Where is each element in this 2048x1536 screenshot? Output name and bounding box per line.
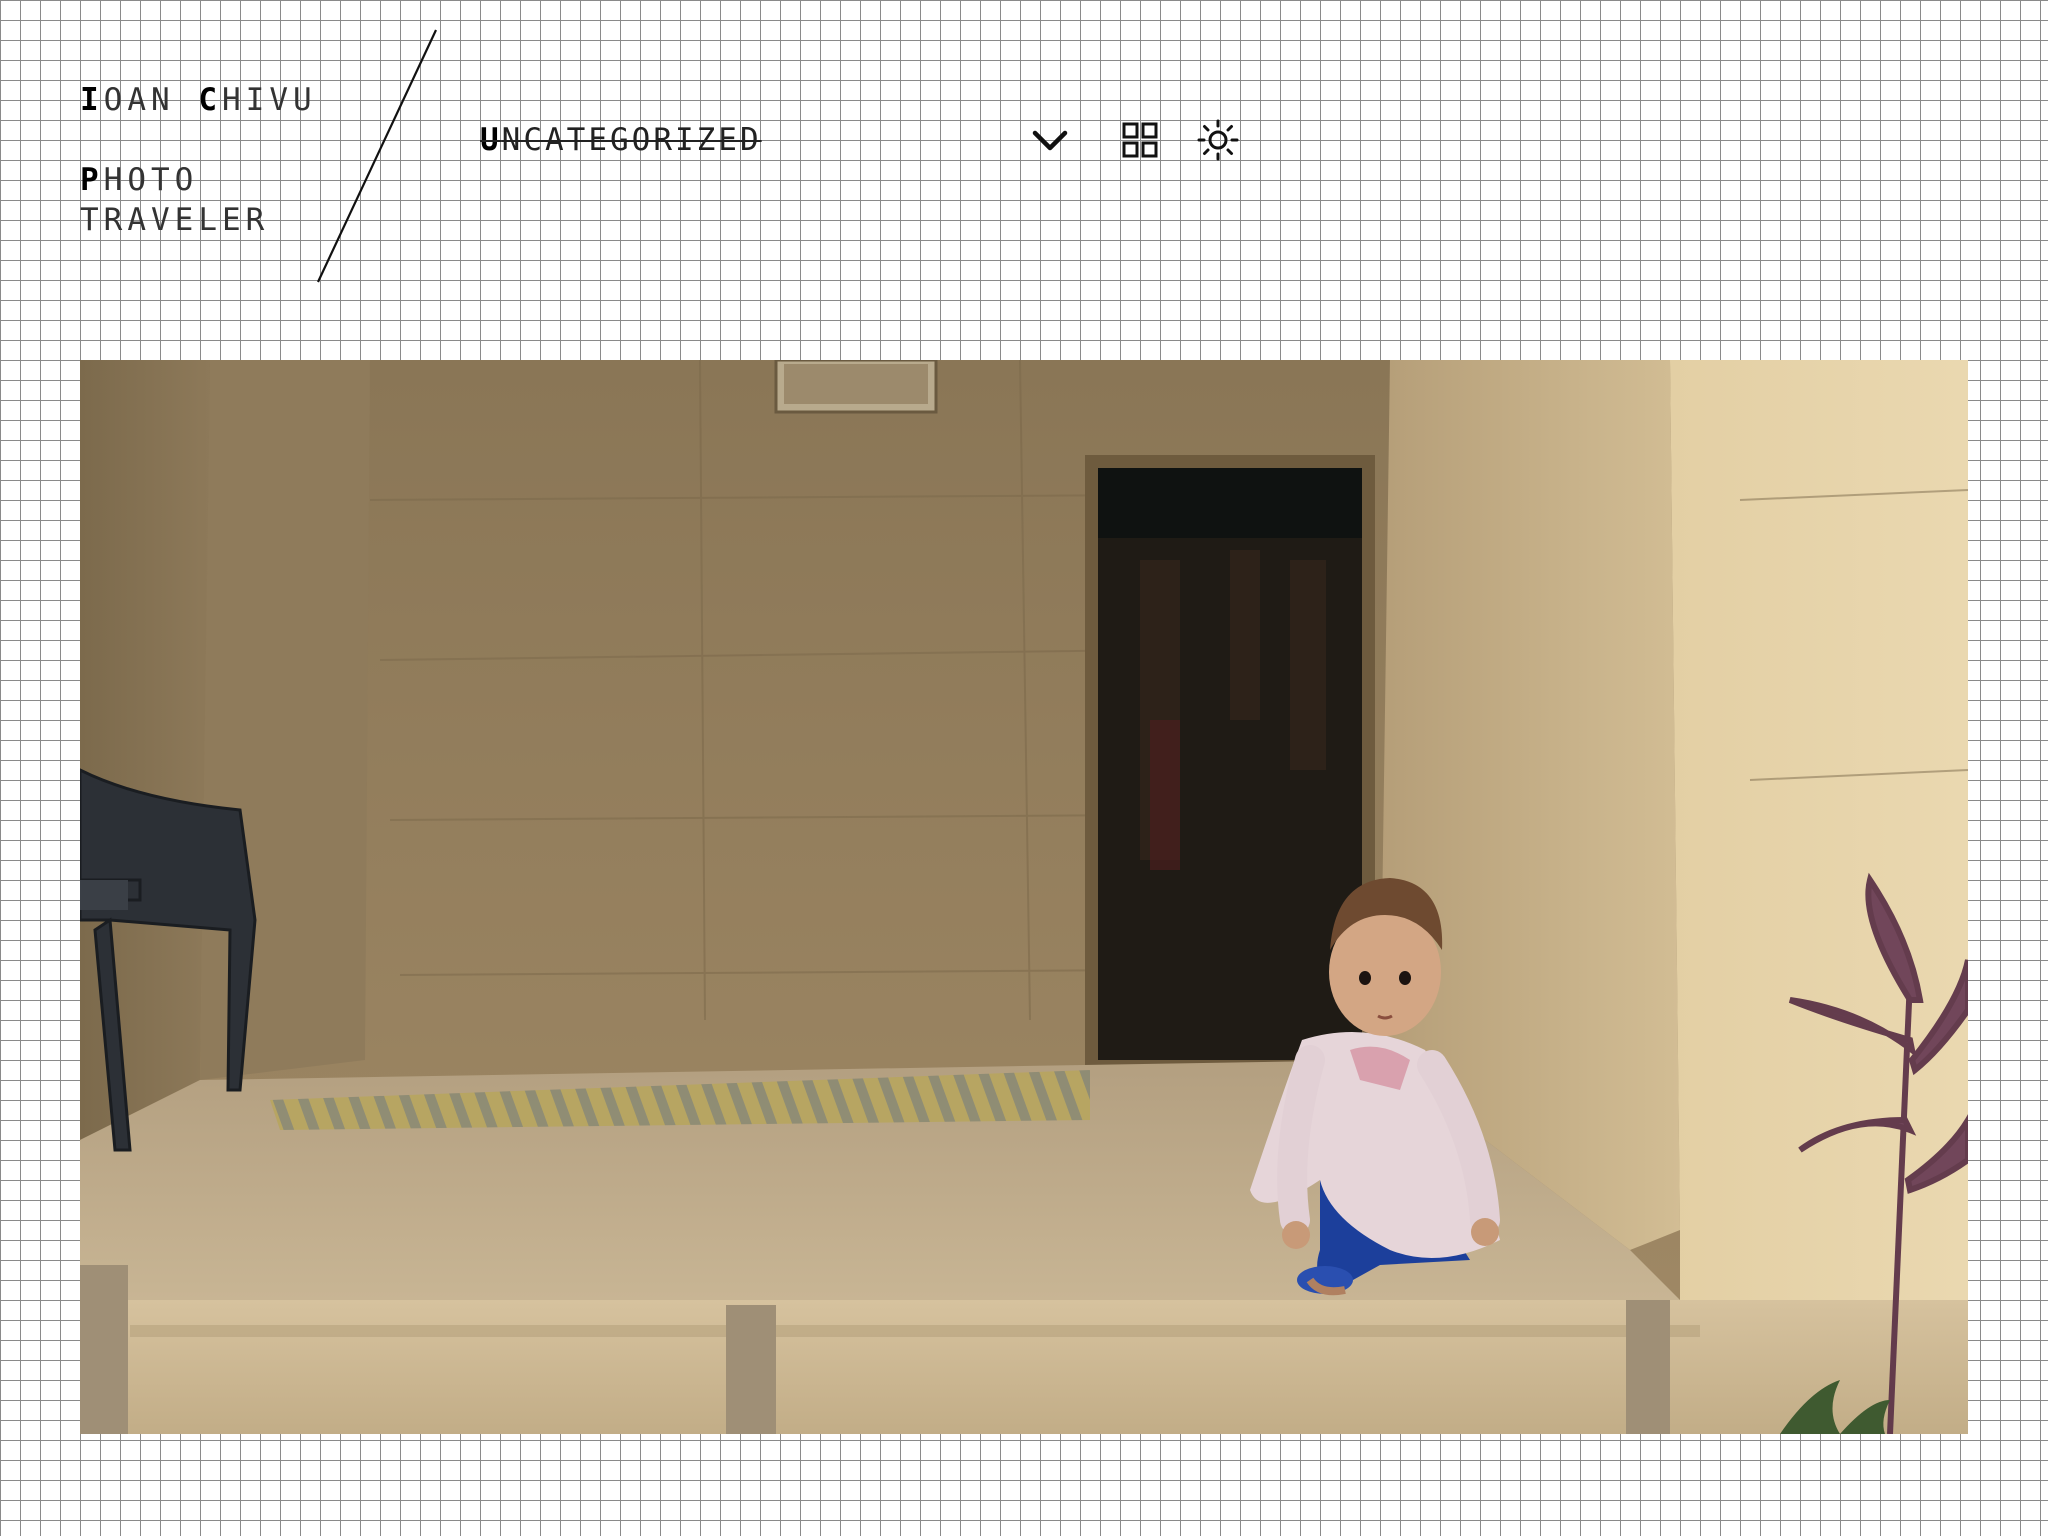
grid-icon [1122, 122, 1158, 158]
header-divider-slash [317, 29, 437, 283]
tagline-line-1: PHOTO [80, 160, 269, 200]
site-title-part-2: HIVU [222, 82, 317, 118]
chevron-down-icon [1032, 130, 1068, 151]
theme-toggle-button[interactable] [1196, 118, 1240, 162]
site-tagline: PHOTO TRAVELER [80, 160, 269, 240]
tagline-part-1: HOTO [103, 162, 199, 198]
site-title-part-1: OAN [103, 82, 199, 118]
photo-illustration [80, 360, 1968, 1434]
grid-view-button[interactable] [1118, 118, 1162, 162]
site-title[interactable]: IOAN CHIVU [80, 82, 317, 118]
tagline-line-2: TRAVELER [80, 202, 270, 238]
category-label: NCATEGORIZED [501, 122, 762, 158]
tagline-initial: P [80, 162, 104, 198]
dropdown-toggle-button[interactable] [1028, 118, 1072, 162]
site-title-initial-2: C [198, 82, 222, 118]
site-title-initial-1: I [80, 82, 104, 118]
category-initial: U [480, 122, 502, 158]
category-link-uncategorized[interactable]: UNCATEGORIZED [480, 122, 762, 158]
sun-icon [1197, 119, 1239, 161]
featured-photo[interactable] [80, 360, 1968, 1434]
